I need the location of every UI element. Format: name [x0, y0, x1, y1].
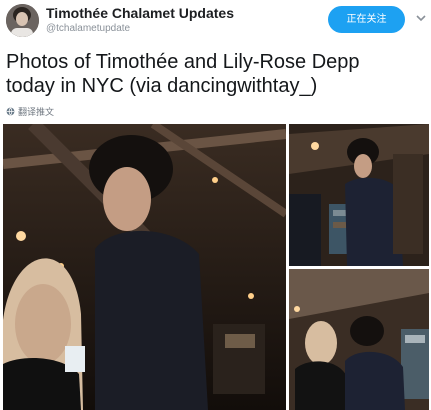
- following-button[interactable]: 正在关注: [328, 6, 405, 33]
- translate-label: 翻译推文: [18, 107, 55, 117]
- avatar[interactable]: [6, 4, 39, 37]
- bottom-right-photo[interactable]: [289, 269, 429, 410]
- main-photo-image: [3, 124, 286, 410]
- translate-tweet-link[interactable]: 翻译推文: [6, 105, 54, 118]
- display-name[interactable]: Timothée Chalamet Updates: [46, 5, 234, 21]
- tweet-text: Photos of Timothée and Lily-Rose Depp to…: [6, 50, 426, 98]
- bottom-right-photo-image: [289, 269, 429, 410]
- top-right-photo-image: [289, 124, 429, 266]
- avatar-photo: [6, 4, 39, 37]
- photo-grid: [3, 124, 429, 410]
- globe-icon: [6, 107, 15, 116]
- chevron-down-icon[interactable]: [415, 12, 427, 24]
- main-photo[interactable]: [3, 124, 286, 410]
- top-right-photo[interactable]: [289, 124, 429, 266]
- tweet-text-line1: Photos of Timothée and Lily-Rose Depp: [6, 51, 360, 73]
- user-handle[interactable]: @tchalametupdate: [46, 23, 130, 34]
- tweet-text-line2: today in NYC (via dancingwithtay_): [6, 75, 318, 97]
